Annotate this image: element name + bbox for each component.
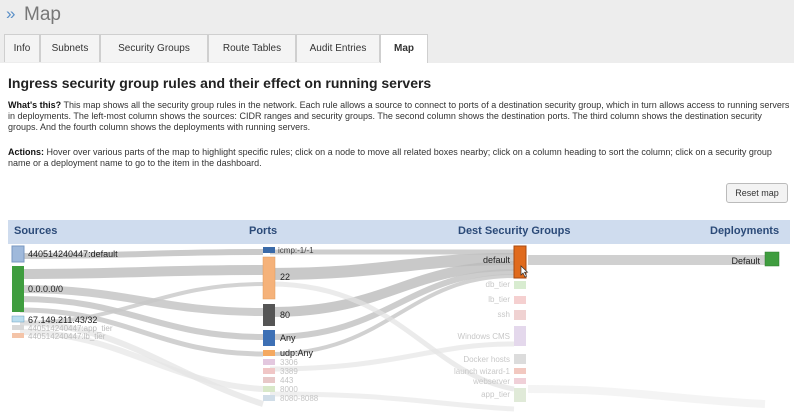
source-node[interactable] — [12, 266, 24, 312]
column-heading-deployments[interactable]: Deployments — [710, 225, 779, 237]
actions-text: Hover over various parts of the map to h… — [8, 147, 772, 168]
port-node[interactable] — [263, 330, 275, 346]
column-heading-ports[interactable]: Ports — [249, 225, 277, 237]
flow-link[interactable] — [19, 265, 264, 279]
description-paragraph: What's this? This map shows all the secu… — [8, 100, 790, 133]
port-node[interactable] — [263, 377, 275, 383]
port-node[interactable] — [263, 350, 275, 356]
dest-group-label[interactable]: lb_tier — [488, 295, 510, 304]
port-label[interactable]: Any — [280, 333, 296, 343]
port-label[interactable]: 8000 — [280, 385, 298, 394]
dest-group-label[interactable]: Docker hosts — [463, 355, 510, 364]
port-label[interactable]: icmp:-1/-1 — [278, 246, 314, 255]
port-node[interactable] — [263, 247, 275, 253]
port-label[interactable]: 8080-8088 — [280, 394, 319, 403]
dest-group-node[interactable] — [514, 310, 526, 320]
section-heading: Ingress security group rules and their e… — [8, 75, 432, 91]
port-node[interactable] — [263, 368, 275, 374]
dest-group-node[interactable] — [514, 326, 526, 346]
tab-subnets[interactable]: Subnets — [40, 34, 100, 62]
dest-group-node[interactable] — [514, 354, 526, 364]
dest-group-label[interactable]: webserver — [472, 377, 510, 386]
port-node[interactable] — [263, 395, 275, 401]
chevron-right-icon[interactable]: » — [6, 4, 15, 24]
reset-map-button[interactable]: Reset map — [726, 183, 788, 203]
dest-group-label[interactable]: app_tier — [481, 390, 510, 399]
dest-group-node[interactable] — [514, 368, 526, 374]
column-heading-dest-security-groups[interactable]: Dest Security Groups — [458, 225, 570, 237]
port-node[interactable] — [263, 359, 275, 365]
top-bar: » Map — [0, 0, 794, 34]
dest-group-node[interactable] — [514, 378, 526, 384]
tab-bar: Info Subnets Security Groups Route Table… — [0, 34, 794, 64]
deployment-node[interactable] — [764, 251, 780, 267]
dest-group-label[interactable]: db_tier — [486, 280, 511, 289]
source-label[interactable]: 440514240447:lb_tier — [28, 332, 106, 341]
actions-paragraph: Actions: Hover over various parts of the… — [8, 147, 790, 169]
map-column-headers: Sources Ports Dest Security Groups Deplo… — [8, 220, 790, 244]
port-label[interactable]: udp:Any — [280, 348, 314, 358]
port-node[interactable] — [263, 386, 275, 392]
source-label[interactable]: 440514240447:default — [28, 249, 118, 259]
dest-group-label[interactable]: ssh — [498, 310, 510, 319]
dest-group-label[interactable]: Windows CMS — [458, 332, 510, 341]
port-label[interactable]: 443 — [280, 376, 294, 385]
port-label[interactable]: 22 — [280, 272, 290, 282]
whats-this-text: This map shows all the security group ru… — [8, 100, 790, 132]
port-node[interactable] — [262, 256, 276, 300]
source-node[interactable] — [12, 325, 24, 330]
map-panel: Ingress security group rules and their e… — [0, 63, 794, 417]
tab-audit-entries[interactable]: Audit Entries — [296, 34, 380, 62]
port-label[interactable]: 3389 — [280, 367, 298, 376]
whats-this-label: What's this? — [8, 100, 62, 110]
tab-route-tables[interactable]: Route Tables — [208, 34, 296, 62]
dest-group-node[interactable] — [514, 281, 526, 289]
source-label[interactable]: 0.0.0.0/0 — [28, 284, 63, 294]
dest-group-label[interactable]: launch wizard-1 — [454, 367, 511, 376]
flow-link[interactable] — [527, 385, 766, 408]
port-label[interactable]: 3306 — [280, 358, 298, 367]
tab-map[interactable]: Map — [380, 34, 428, 64]
source-node[interactable] — [11, 315, 25, 323]
sankey-map: 440514240447:default 0.0.0.0/0 67.149.21… — [11, 245, 780, 412]
actions-label: Actions: — [8, 147, 44, 157]
port-label[interactable]: 80 — [280, 310, 290, 320]
flow-link[interactable] — [269, 269, 515, 340]
column-heading-sources[interactable]: Sources — [14, 225, 57, 237]
flow-links — [19, 249, 766, 412]
deployment-label[interactable]: Default — [731, 256, 760, 266]
tab-security-groups[interactable]: Security Groups — [100, 34, 208, 62]
source-node[interactable] — [11, 245, 25, 263]
tab-info[interactable]: Info — [4, 34, 40, 62]
dest-group-node[interactable] — [514, 388, 526, 402]
source-node[interactable] — [12, 333, 24, 338]
dest-group-label[interactable]: default — [483, 255, 511, 265]
port-node[interactable] — [263, 304, 275, 326]
deployments-column: Default — [731, 251, 780, 267]
dest-group-node[interactable] — [514, 296, 526, 304]
page-title: Map — [24, 4, 61, 25]
